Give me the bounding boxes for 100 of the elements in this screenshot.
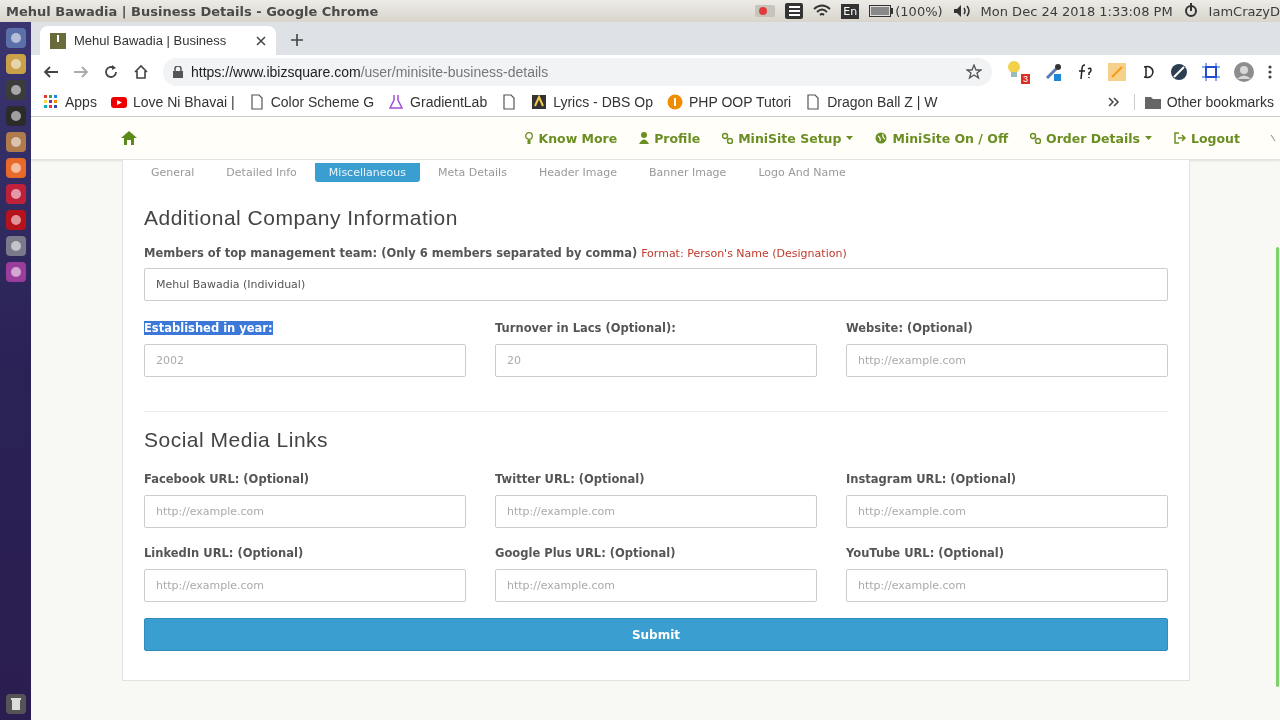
battery-percent: (100%)	[895, 3, 943, 19]
browser-tab[interactable]: Mehul Bawadia | Business	[40, 26, 276, 55]
window-title: Mehul Bawadia | Business Details - Google Chrome	[6, 3, 379, 19]
field-label: Website: (Optional)	[846, 321, 973, 335]
nav-link[interactable]: Know More	[525, 130, 618, 146]
input-field[interactable]: http://example.com	[495, 495, 817, 528]
app-launcher-icon[interactable]	[5, 262, 26, 282]
slashed-circle-icon[interactable]	[1170, 62, 1188, 81]
list-icon[interactable]	[785, 3, 804, 19]
bookmark-item[interactable]: GradientLab	[388, 94, 488, 110]
form-tab[interactable]: Miscellaneous	[314, 163, 420, 182]
input-field[interactable]: http://example.com	[846, 344, 1168, 377]
input-field[interactable]: http://example.com	[495, 569, 817, 602]
battery-icon[interactable]	[869, 5, 894, 17]
app-launcher-icon[interactable]	[5, 158, 26, 178]
input-field[interactable]: http://example.com	[846, 495, 1168, 528]
nav-link[interactable]: Profile	[639, 130, 701, 146]
lightbulb-icon	[1006, 59, 1022, 78]
menu-icon[interactable]	[1268, 63, 1272, 80]
form-tab[interactable]: Detailed Info	[212, 163, 311, 182]
form-tab[interactable]: Header Image	[524, 163, 631, 182]
bookmark-item[interactable]: Apps	[43, 94, 97, 110]
wifi-icon[interactable]	[813, 4, 832, 18]
bookmark-item[interactable]: Dragon Ball Z | W	[805, 94, 938, 110]
field-label: Turnover in Lacs (Optional):	[495, 321, 676, 335]
input-field[interactable]: 20	[495, 344, 817, 377]
home-icon[interactable]	[121, 131, 137, 145]
close-icon[interactable]	[256, 35, 266, 46]
app-launcher-icon[interactable]	[5, 54, 26, 74]
bookmark-item[interactable]: Lyrics - DBS Op	[531, 94, 653, 110]
globe-icon	[875, 132, 888, 144]
link-icon	[1030, 132, 1041, 144]
info-icon	[667, 94, 683, 110]
nav-link[interactable]: Order Details	[1030, 130, 1153, 146]
apps-grid-icon	[43, 94, 59, 110]
new-tab-icon[interactable]	[290, 33, 304, 47]
lyrics-logo-icon	[531, 94, 548, 110]
reload-icon[interactable]	[103, 63, 119, 80]
play-icon	[110, 94, 127, 110]
address-bar[interactable]: https://www.ibizsquare.com/user/minisite-business-details	[163, 57, 992, 86]
section-heading: Additional Company Information	[144, 206, 459, 230]
nav-link[interactable]: Logout	[1174, 130, 1240, 146]
clock[interactable]: Mon Dec 24 2018 1:33:08 PM	[980, 3, 1173, 19]
submit-button[interactable]: Submit	[144, 618, 1168, 651]
url-text: https://www.ibizsquare.com/user/minisite-business-details	[191, 63, 549, 80]
page-icon	[805, 94, 822, 110]
field-label: Twitter URL: (Optional)	[495, 472, 645, 486]
form-tab[interactable]: Banner Image	[634, 163, 741, 182]
bookmark-item[interactable]: Color Scheme G	[248, 94, 375, 110]
extension-button[interactable]: 3	[1006, 59, 1030, 84]
badge-count: 3	[1021, 73, 1030, 84]
form-tab[interactable]: Meta Details	[423, 163, 521, 182]
flask-icon	[388, 94, 405, 110]
crop-icon[interactable]	[1202, 62, 1220, 81]
app-launcher-icon[interactable]	[5, 236, 26, 256]
link-icon	[722, 132, 734, 144]
volume-icon[interactable]	[952, 4, 971, 18]
back-icon[interactable]	[43, 63, 59, 80]
bulb-icon	[525, 132, 534, 144]
logout-icon	[1174, 132, 1187, 144]
power-icon[interactable]	[1182, 3, 1199, 19]
trash-icon[interactable]	[5, 694, 26, 714]
input-field[interactable]: http://example.com	[846, 569, 1168, 602]
field-label: Instagram URL: (Optional)	[846, 472, 1017, 486]
app-launcher-icon[interactable]	[5, 210, 26, 230]
keyboard-indicator[interactable]: En	[841, 3, 860, 19]
app-launcher-icon[interactable]	[5, 184, 26, 204]
input-field[interactable]: Mehul Bawadia (Individual)	[144, 268, 1168, 301]
bookmark-item[interactable]: PHP OOP Tutori	[667, 94, 792, 110]
app-launcher-icon[interactable]	[5, 28, 26, 48]
field-label: Facebook URL: (Optional)	[144, 472, 310, 486]
section-heading: Social Media Links	[144, 428, 330, 452]
scrollbar-thumb[interactable]	[1276, 247, 1279, 687]
lock-icon	[173, 65, 183, 78]
form-tab[interactable]: Logo And Name	[744, 163, 860, 182]
bookmark-item[interactable]: Other bookmarks	[1133, 94, 1274, 110]
app-launcher-icon[interactable]	[5, 80, 26, 100]
folder-icon	[1144, 95, 1161, 109]
bookmark-item[interactable]: Love Ni Bhavai |	[110, 94, 235, 110]
field-label: Members of top management team: (Only 6 members separated by comma)	[144, 246, 638, 260]
avatar-icon[interactable]	[1234, 61, 1254, 82]
field-label: Established in year:	[144, 321, 273, 335]
formula-icon[interactable]	[1076, 62, 1094, 81]
nav-link[interactable]: MiniSite Setup	[722, 130, 854, 146]
input-field[interactable]: http://example.com	[144, 569, 466, 602]
user-name[interactable]: IamCrazyD	[1208, 3, 1280, 19]
eyedropper-icon[interactable]	[1044, 62, 1062, 81]
record-icon[interactable]	[755, 4, 776, 18]
input-field[interactable]: 2002	[144, 344, 466, 377]
input-field[interactable]: http://example.com	[144, 495, 466, 528]
app-launcher-icon[interactable]	[5, 132, 26, 152]
chevrons-icon[interactable]	[1107, 96, 1120, 108]
nav-link[interactable]: MiniSite On / Off	[875, 130, 1008, 146]
bookmark-item[interactable]	[501, 94, 518, 110]
field-label: Google Plus URL: (Optional)	[495, 546, 676, 560]
home-icon[interactable]	[133, 63, 149, 80]
star-icon[interactable]	[966, 63, 982, 80]
page-icon	[501, 94, 518, 110]
form-tab[interactable]: General	[137, 163, 209, 182]
app-launcher-icon[interactable]	[5, 106, 26, 126]
